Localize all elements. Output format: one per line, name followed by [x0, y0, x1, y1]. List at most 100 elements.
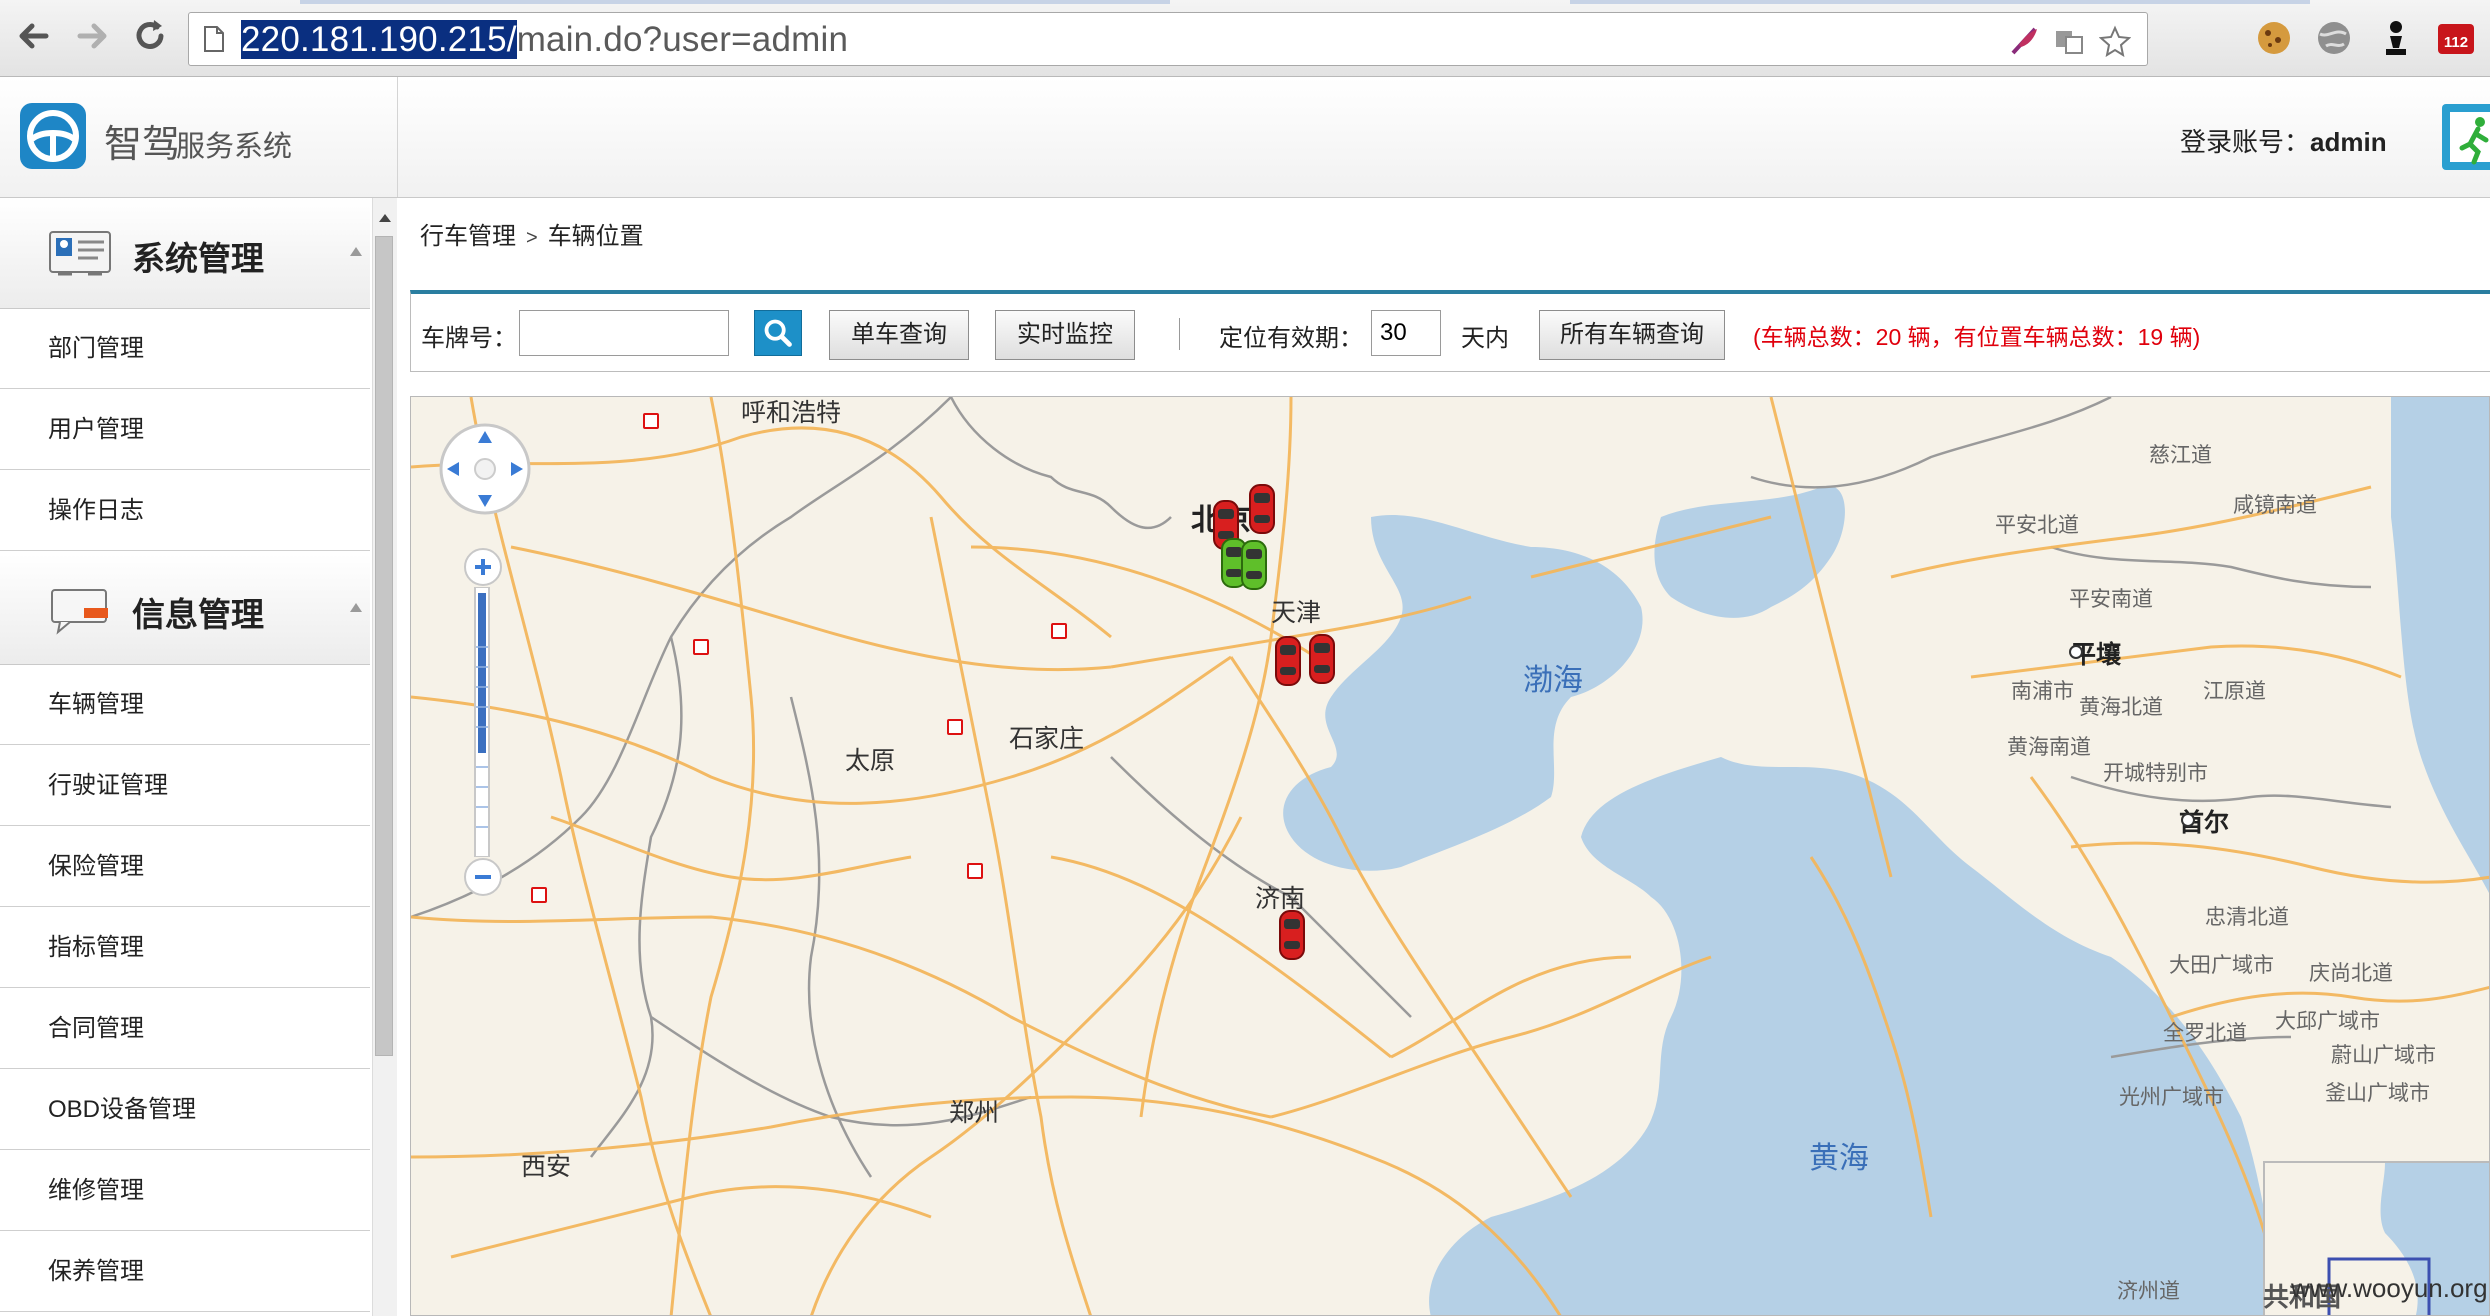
car-marker-green-icon[interactable]	[1239, 537, 1269, 593]
breadcrumb-parent[interactable]: 行车管理	[420, 223, 516, 250]
collapse-caret-icon[interactable]	[348, 600, 364, 614]
region-label: 蔚山广域市	[2331, 1044, 2436, 1067]
realtime-monitor-button[interactable]: 实时监控	[995, 310, 1135, 360]
page-icon	[204, 26, 224, 52]
vehicle-stats-text: (车辆总数：20 辆，有位置车辆总数：19 辆)	[1753, 324, 2201, 350]
all-vehicles-query-button[interactable]: 所有车辆查询	[1539, 310, 1725, 360]
section-header-system[interactable]: 系统管理	[0, 198, 370, 309]
app-header: 智驾 服务系统 登录账号：admin	[0, 77, 2490, 198]
region-label: 江原道	[2203, 680, 2266, 703]
translate-icon[interactable]	[2053, 25, 2085, 57]
toolbar-divider	[1179, 318, 1180, 350]
address-bar[interactable]: 220.181.190.215/main.do?user=admin	[188, 12, 2148, 66]
section-header-info[interactable]: 信息管理	[0, 554, 370, 665]
car-marker-red-icon[interactable]	[1247, 481, 1277, 537]
region-label: 黄海南道	[2007, 736, 2091, 759]
scroll-up-arrow-icon[interactable]	[377, 212, 393, 224]
menu-item-operation-log[interactable]: 操作日志	[0, 470, 370, 551]
zoom-in-icon[interactable]	[463, 547, 503, 587]
reload-icon[interactable]	[128, 14, 172, 58]
svg-text:112: 112	[2444, 34, 2468, 51]
logo-area: 智驾 服务系统	[0, 77, 398, 197]
search-icon	[764, 319, 792, 347]
menu-item-indicator[interactable]: 指标管理	[0, 907, 370, 988]
collapse-caret-icon[interactable]	[348, 244, 364, 258]
breadcrumb-current: 车辆位置	[547, 223, 644, 250]
city-label-xian: 西安	[521, 1153, 572, 1181]
region-label: 南浦市	[2011, 680, 2074, 703]
region-label: 大邱广域市	[2275, 1010, 2380, 1033]
car-marker-red-icon[interactable]	[1273, 633, 1303, 689]
feather-icon[interactable]	[2009, 25, 2041, 57]
app-name: 智驾	[104, 124, 181, 166]
region-label: 平安北道	[1995, 514, 2079, 537]
search-button[interactable]	[754, 310, 802, 356]
menu-item-license[interactable]: 行驶证管理	[0, 745, 370, 826]
star-bookmark-icon[interactable]	[2099, 25, 2131, 57]
capital-marker	[2181, 813, 2195, 827]
cookie-icon[interactable]	[2252, 16, 2296, 60]
city-marker	[643, 413, 659, 429]
zoom-out-icon[interactable]	[463, 857, 503, 897]
browser-toolbar: 220.181.190.215/main.do?user=admin 112	[0, 0, 2490, 77]
section-title: 系统管理	[132, 240, 264, 277]
region-label: 大田广域市	[2169, 954, 2274, 977]
tab-strip-edge	[300, 0, 1170, 4]
region-label: 咸镜南道	[2233, 494, 2317, 517]
badge-112-icon[interactable]: 112	[2434, 16, 2478, 60]
region-label: 釜山广域市	[2325, 1082, 2430, 1105]
breadcrumb-separator: >	[526, 227, 538, 249]
steering-wheel-logo-icon	[20, 103, 86, 169]
menu-item-department[interactable]: 部门管理	[0, 308, 370, 389]
menu-item-insurance[interactable]: 保险管理	[0, 826, 370, 907]
sidebar-scrollbar[interactable]	[372, 198, 397, 1316]
chess-pawn-icon[interactable]	[2374, 16, 2418, 60]
menu-item-vehicle[interactable]: 车辆管理	[0, 664, 370, 745]
scrollbar-thumb[interactable]	[375, 236, 393, 1056]
sidebar: 系统管理 部门管理 用户管理 操作日志 信息管理 车辆管理 行驶证管理 保险管理…	[0, 198, 370, 1316]
menu-item-repair[interactable]: 维修管理	[0, 1150, 370, 1231]
menu-item-maintenance[interactable]: 保养管理	[0, 1231, 370, 1312]
url-host: 220.181.190.215/	[241, 20, 517, 59]
region-label: 庆尚北道	[2309, 962, 2393, 985]
menu-item-contract[interactable]: 合同管理	[0, 988, 370, 1069]
validity-label: 定位有效期：	[1219, 325, 1363, 352]
city-label-zhengzhou: 郑州	[949, 1099, 1000, 1127]
login-user: admin	[2310, 127, 2387, 157]
region-label: 全罗北道	[2163, 1022, 2247, 1045]
login-info: 登录账号：admin	[2180, 122, 2387, 159]
exit-door-icon[interactable]	[2440, 102, 2490, 172]
menu-item-user[interactable]: 用户管理	[0, 389, 370, 470]
message-box-icon	[51, 589, 108, 635]
single-vehicle-query-button[interactable]: 单车查询	[829, 310, 969, 360]
city-marker	[967, 863, 983, 879]
section-title: 信息管理	[132, 596, 264, 633]
back-arrow-icon[interactable]	[12, 14, 56, 58]
region-label: 光州广域市	[2119, 1086, 2224, 1109]
region-label: 忠清北道	[2205, 906, 2289, 929]
plate-input[interactable]	[519, 310, 729, 356]
city-marker	[531, 887, 547, 903]
app-name-sub: 服务系统	[176, 131, 293, 163]
region-label: 平安南道	[2069, 588, 2153, 611]
login-label: 登录账号：	[2180, 127, 2311, 157]
url-text[interactable]: 220.181.190.215/main.do?user=admin	[241, 20, 848, 59]
globe-icon[interactable]	[2312, 16, 2356, 60]
zoom-slider[interactable]	[471, 587, 493, 857]
validity-unit: 天内	[1461, 325, 1509, 352]
car-marker-red-icon[interactable]	[1307, 631, 1337, 687]
region-label: 开城特别市	[2103, 762, 2208, 785]
id-card-icon	[49, 231, 111, 276]
car-marker-red-icon[interactable]	[1277, 907, 1307, 963]
sea-label-yellow: 黄海	[1809, 1142, 1869, 1175]
watermark: www.wooyun.org	[2291, 1273, 2488, 1303]
map-view[interactable]: 呼和浩特 北京 天津 石家庄 太原 济南 郑州 西安 渤海 黄海 慈江道 平安北…	[410, 396, 2490, 1316]
forward-arrow-icon[interactable]	[70, 14, 114, 58]
region-label: 济州道	[2117, 1280, 2180, 1303]
menu-item-obd[interactable]: OBD设备管理	[0, 1069, 370, 1150]
map-pan-control-icon[interactable]	[437, 421, 533, 517]
city-marker	[947, 719, 963, 735]
validity-days-input[interactable]	[1371, 310, 1441, 356]
plate-label: 车牌号：	[421, 325, 517, 352]
city-marker	[693, 639, 709, 655]
